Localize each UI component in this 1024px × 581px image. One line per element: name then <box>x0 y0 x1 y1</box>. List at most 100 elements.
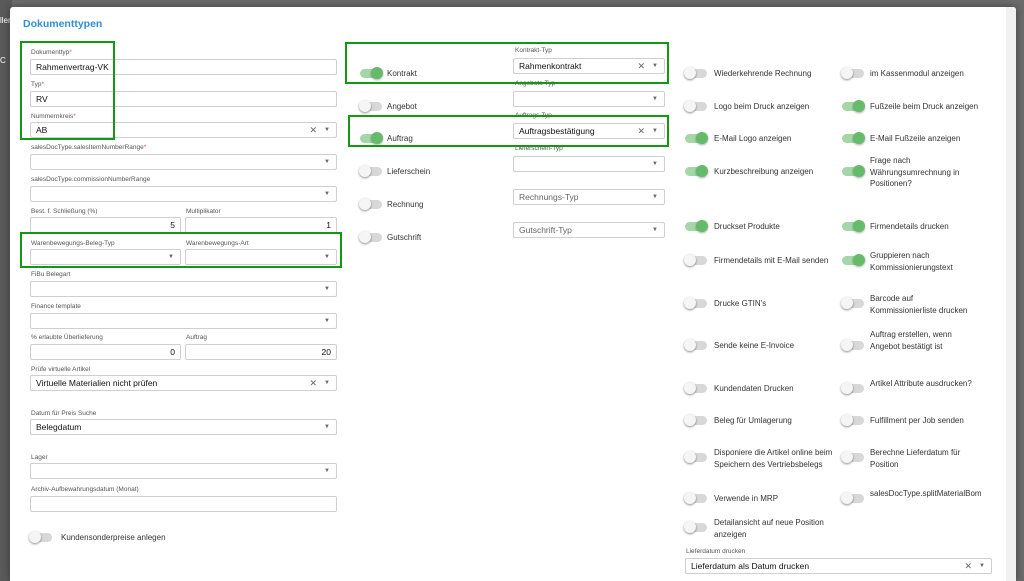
archiv-input[interactable] <box>30 496 337 512</box>
verwende-in-mrp-toggle[interactable] <box>684 492 707 504</box>
rechnung-toggle[interactable] <box>359 198 382 210</box>
kurzbeschreibung-anzeigen-toggle[interactable] <box>685 165 708 177</box>
highlight-box <box>20 41 115 140</box>
detailansicht-auf-neue-position-anzeigen-label: Detailansicht auf neue Position anzeigen <box>714 518 824 539</box>
ueberlieferung-input[interactable]: 0 <box>30 344 181 360</box>
detailansicht-auf-neue-position-anzeigen-toggle[interactable] <box>684 521 707 533</box>
drucke-gtin-s-toggle[interactable] <box>684 297 707 309</box>
item-number-range-label: salesDocType.salesItemNumberRange* <box>31 144 147 151</box>
dokumenttypen-dialog: Dokumenttypen Dokumenttyp* Rahmenvertrag… <box>10 7 1016 581</box>
beleg-für-umlagerung-label: Beleg für Umlagerung <box>714 416 792 425</box>
frage-nach-währungsumrechnung-in-positio-label: Frage nach Währungsumrechnung in Positio… <box>870 156 960 188</box>
finance-template-select[interactable]: ▼ <box>30 313 337 329</box>
barcode-auf-kommissionierliste-drucken-toggle[interactable] <box>841 297 864 309</box>
wiederkehrende-rechnung-toggle[interactable] <box>684 67 707 79</box>
rechnung-type-value: Rechnungs-Typ <box>519 192 579 202</box>
datum-preis-suche-value: Belegdatum <box>36 422 82 432</box>
rechnung-label: Rechnung <box>387 200 424 209</box>
gutschrift-toggle[interactable] <box>359 231 382 243</box>
berechne-lieferdatum-für-position-label: Berechne Lieferdatum für Position <box>870 448 961 469</box>
im-kassenmodul-anzeigen-toggle[interactable] <box>841 67 864 79</box>
salesdoctype-splitmaterialbom-toggle[interactable] <box>841 492 864 504</box>
sende-keine-e-invoice-toggle[interactable] <box>684 339 707 351</box>
chevron-down-icon[interactable]: ▼ <box>324 420 330 434</box>
firmendetails-drucken-label: Firmendetails drucken <box>870 222 949 231</box>
archiv-label: Archiv-Aufbewahrungsdatum (Monat) <box>31 486 139 493</box>
kundendaten-drucken-toggle[interactable] <box>684 382 707 394</box>
chevron-down-icon[interactable]: ▼ <box>324 187 330 201</box>
gruppieren-nach-kommissionierungstext-label: Gruppieren nach Kommissionierungstext <box>870 251 953 272</box>
commission-number-range-label: salesDocType.commissionNumberRange <box>31 176 151 183</box>
schliessung-input[interactable]: 5 <box>30 217 181 233</box>
chevron-down-icon[interactable]: ▼ <box>324 376 330 390</box>
kundensonderpreise-toggle[interactable] <box>29 531 52 543</box>
lieferschein-toggle[interactable] <box>359 165 382 177</box>
lieferschein-type-select[interactable]: ▼ <box>513 156 665 172</box>
lager-select[interactable]: ▼ <box>30 463 337 479</box>
berechne-lieferdatum-für-position-toggle[interactable] <box>841 451 864 463</box>
auftrag-erstellen-wenn-angebot-bestätigt-toggle[interactable] <box>841 339 864 351</box>
e-mail-logo-anzeigen-label: E-Mail Logo anzeigen <box>714 134 792 143</box>
disponiere-die-artikel-online-beim-speic-toggle[interactable] <box>684 451 707 463</box>
beleg-für-umlagerung-toggle[interactable] <box>684 414 707 426</box>
auftrag-input[interactable]: 20 <box>185 344 337 360</box>
close-icon[interactable]: ✕ <box>309 123 317 137</box>
chevron-down-icon[interactable]: ▼ <box>652 157 658 171</box>
close-icon[interactable]: ✕ <box>964 559 972 573</box>
fußzeile-beim-druck-anzeigen-toggle[interactable] <box>842 100 865 112</box>
dialog-scrollbar[interactable] <box>1006 7 1016 581</box>
lieferdatum-select[interactable]: Lieferdatum als Datum drucken ✕ ▼ <box>685 558 992 574</box>
auftrag-erstellen-wenn-angebot-bestätigt-label: Auftrag erstellen, wenn Angebot bestätig… <box>870 330 952 351</box>
item-number-range-select[interactable]: ▼ <box>30 154 337 170</box>
virtuelle-artikel-label: Prüfe virtuelle Artikel <box>31 366 91 373</box>
chevron-down-icon[interactable]: ▼ <box>324 464 330 478</box>
firmendetails-mit-e-mail-senden-toggle[interactable] <box>684 254 707 266</box>
disponiere-die-artikel-online-beim-speic-label: Disponiere die Artikel online beim Speic… <box>714 448 833 469</box>
frage-nach-währungsumrechnung-in-positio-toggle[interactable] <box>842 165 865 177</box>
auftrag-label: Auftrag <box>186 334 207 341</box>
firmendetails-mit-e-mail-senden-label: Firmendetails mit E-Mail senden <box>714 256 829 265</box>
virtuelle-artikel-select[interactable]: Virtuelle Materialien nicht prüfen ✕ ▼ <box>30 375 337 391</box>
im-kassenmodul-anzeigen-label: im Kassenmodul anzeigen <box>870 69 964 78</box>
logo-beim-druck-anzeigen-label: Logo beim Druck anzeigen <box>714 102 810 111</box>
lager-label: Lager <box>31 454 48 461</box>
kundendaten-drucken-label: Kundendaten Drucken <box>714 384 794 393</box>
e-mail-fußzeile-anzeigen-label: E-Mail Fußzeile anzeigen <box>870 134 961 143</box>
artikel-attribute-ausdrucken-label: Artikel Attribute ausdrucken? <box>870 379 972 388</box>
chevron-down-icon[interactable]: ▼ <box>324 314 330 328</box>
chevron-down-icon[interactable]: ▼ <box>652 190 658 204</box>
e-mail-fußzeile-anzeigen-toggle[interactable] <box>842 132 865 144</box>
fulfillment-per-job-senden-toggle[interactable] <box>841 414 864 426</box>
chevron-down-icon[interactable]: ▼ <box>652 92 658 106</box>
chevron-down-icon[interactable]: ▼ <box>324 155 330 169</box>
logo-beim-druck-anzeigen-toggle[interactable] <box>684 100 707 112</box>
barcode-auf-kommissionierliste-drucken-label: Barcode auf Kommissionierliste drucken <box>870 294 968 315</box>
verwende-in-mrp-label: Verwende in MRP <box>714 494 779 503</box>
finance-template-label: Finance template <box>31 303 81 310</box>
e-mail-logo-anzeigen-toggle[interactable] <box>685 132 708 144</box>
multiplikator-input[interactable]: 1 <box>185 217 337 233</box>
commission-number-range-select[interactable]: ▼ <box>30 186 337 202</box>
datum-preis-suche-label: Datum für Preis Suche <box>31 410 97 417</box>
wiederkehrende-rechnung-label: Wiederkehrende Rechnung <box>714 69 812 78</box>
fibu-belegart-select[interactable]: ▼ <box>30 281 337 297</box>
chevron-down-icon[interactable]: ▼ <box>324 123 330 137</box>
datum-preis-suche-select[interactable]: Belegdatum ▼ <box>30 419 337 435</box>
lieferschein-label: Lieferschein <box>387 167 431 176</box>
artikel-attribute-ausdrucken-toggle[interactable] <box>841 382 864 394</box>
chevron-down-icon[interactable]: ▼ <box>652 223 658 237</box>
fibu-belegart-label: FiBu Belegart <box>31 271 71 278</box>
chevron-down-icon[interactable]: ▼ <box>979 559 985 573</box>
gutschrift-type-select[interactable]: Gutschrift-Typ ▼ <box>513 222 665 238</box>
firmendetails-drucken-toggle[interactable] <box>842 220 865 232</box>
angebot-toggle[interactable] <box>359 100 382 112</box>
angebot-type-select[interactable]: ▼ <box>513 91 665 107</box>
druckset-produkte-toggle[interactable] <box>685 220 708 232</box>
ueberlieferung-label: % erlaubte Überlieferung <box>31 334 103 341</box>
rechnung-type-select[interactable]: Rechnungs-Typ ▼ <box>513 189 665 205</box>
close-icon[interactable]: ✕ <box>309 376 317 390</box>
gruppieren-nach-kommissionierungstext-toggle[interactable] <box>842 254 865 266</box>
chevron-down-icon[interactable]: ▼ <box>324 282 330 296</box>
virtuelle-artikel-value: Virtuelle Materialien nicht prüfen <box>36 378 158 388</box>
dialog-title: Dokumenttypen <box>23 18 103 30</box>
